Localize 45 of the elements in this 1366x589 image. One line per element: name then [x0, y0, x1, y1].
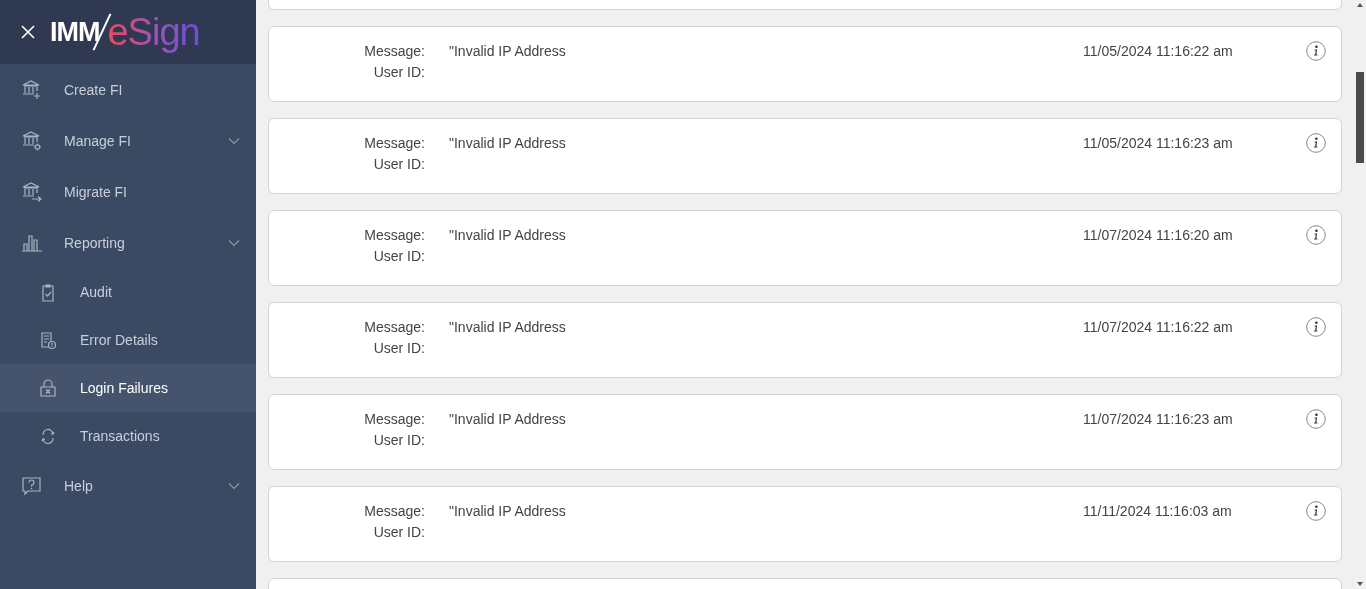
message-text: "Invalid IP Address: [448, 43, 567, 61]
timestamp: 11/05/2024 11:16:22 am: [1082, 43, 1234, 61]
timestamp: 11/11/2024 11:16:03 am: [1082, 503, 1233, 521]
field-label: Message:: [363, 227, 425, 245]
field-label: User ID:: [372, 248, 425, 266]
message-text: "Invalid IP Address: [448, 319, 567, 337]
info-button[interactable]: [1306, 41, 1326, 61]
timestamp: 11/07/2024 11:16:23 am: [1082, 411, 1234, 429]
message-text: "Invalid IP Address: [448, 503, 567, 521]
field-label: Message:: [363, 135, 425, 153]
field-label: User ID:: [372, 64, 425, 82]
nav-subitem[interactable]: Login Failures: [0, 364, 256, 412]
info-button[interactable]: [1306, 317, 1326, 337]
timestamp: 11/07/2024 11:16:20 am: [1082, 227, 1234, 245]
nav-item[interactable]: Help: [0, 460, 256, 511]
scrollbar-thumb[interactable]: [1356, 72, 1364, 163]
field-label: User ID:: [372, 524, 425, 542]
info-button[interactable]: [1306, 409, 1326, 429]
nav-item[interactable]: Reporting: [0, 217, 256, 268]
field-label: User ID:: [372, 156, 425, 174]
info-button[interactable]: [1306, 133, 1326, 153]
field-label: User ID:: [372, 340, 425, 358]
timestamp: 11/05/2024 11:16:23 am: [1082, 135, 1234, 153]
field-label: User ID:: [372, 432, 425, 450]
message-text: "Invalid IP Address: [448, 411, 567, 429]
nav-item[interactable]: Create FI: [0, 64, 256, 115]
nav-subitem[interactable]: Error Details: [0, 316, 256, 364]
timestamp: 11/07/2024 11:16:22 am: [1082, 319, 1234, 337]
close-icon: [20, 24, 36, 40]
field-label: Message:: [363, 503, 425, 521]
nav-subitem[interactable]: Audit: [0, 268, 256, 316]
info-button[interactable]: [1306, 225, 1326, 245]
nav-subitem[interactable]: Transactions: [0, 412, 256, 460]
field-label: Message:: [363, 319, 425, 337]
field-label: Message:: [363, 411, 425, 429]
field-label: Message:: [363, 43, 425, 61]
nav-item[interactable]: Migrate FI: [0, 166, 256, 217]
message-text: "Invalid IP Address: [448, 227, 567, 245]
message-text: "Invalid IP Address: [448, 135, 567, 153]
nav-item[interactable]: Manage FI: [0, 115, 256, 166]
logo-text: IMM: [50, 16, 100, 48]
document-alert-icon: [38, 330, 58, 350]
lock-x-icon: [38, 378, 58, 398]
info-button[interactable]: [1306, 501, 1326, 521]
scrollbar[interactable]: [1354, 0, 1366, 589]
